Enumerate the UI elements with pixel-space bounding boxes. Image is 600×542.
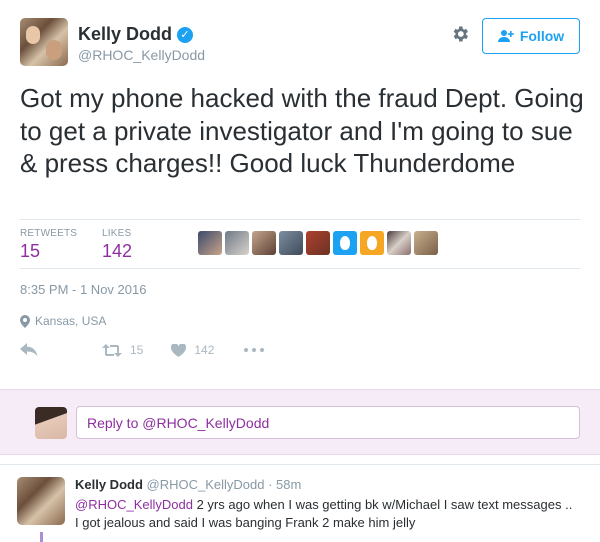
reply-author-meta[interactable]: @RHOC_KellyDodd · 58m	[147, 477, 302, 492]
follow-label: Follow	[519, 28, 565, 44]
tweet-text: Got my phone hacked with the fraud Dept.…	[20, 83, 584, 178]
liker-avatar[interactable]	[225, 231, 249, 255]
verified-badge-icon: ✓	[177, 26, 194, 43]
likes-count: 142	[102, 241, 133, 261]
liker-avatar[interactable]	[279, 231, 303, 255]
liker-avatar-egg[interactable]	[333, 231, 357, 255]
follow-button[interactable]: Follow	[482, 18, 580, 54]
location-pin-icon	[20, 314, 30, 328]
liker-avatar[interactable]	[198, 231, 222, 255]
tweet-actions: 15 142	[20, 340, 265, 360]
likers-avatars	[198, 231, 438, 255]
reply-tweet-text: @RHOC_KellyDodd 2 yrs ago when I was get…	[75, 496, 575, 532]
gear-icon[interactable]	[450, 24, 470, 44]
location-label: Kansas, USA	[35, 314, 107, 328]
reply-author-avatar[interactable]	[17, 477, 65, 525]
reply-composer: Reply to @RHOC_KellyDodd	[0, 389, 600, 455]
liker-avatar[interactable]	[306, 231, 330, 255]
liker-avatar[interactable]	[387, 231, 411, 255]
liker-avatar[interactable]	[414, 231, 438, 255]
author-handle[interactable]: @RHOC_KellyDodd	[78, 47, 205, 63]
thread-line	[40, 532, 43, 542]
likes-label: LIKES	[102, 228, 132, 239]
likes-stat[interactable]: LIKES 142	[102, 228, 132, 262]
author-avatar[interactable]	[20, 18, 68, 66]
retweets-count: 15	[20, 241, 41, 261]
more-icon	[244, 348, 265, 352]
author-name-block: Kelly Dodd ✓ @RHOC_KellyDodd	[78, 24, 205, 63]
more-action[interactable]	[244, 348, 265, 352]
current-user-avatar	[35, 407, 67, 439]
reply-tweet[interactable]: Kelly Dodd @RHOC_KellyDodd · 58m @RHOC_K…	[0, 464, 600, 542]
retweet-icon	[102, 343, 122, 357]
tweet-stats: RETWEETS 15 LIKES 142	[20, 219, 580, 269]
retweets-stat[interactable]: RETWEETS 15	[20, 228, 77, 262]
like-count: 142	[194, 343, 215, 357]
tweet-header: Kelly Dodd ✓ @RHOC_KellyDodd Follow	[20, 18, 580, 68]
reply-icon	[20, 343, 38, 357]
reply-mention-link[interactable]: @RHOC_KellyDodd	[75, 497, 193, 512]
reply-author-name[interactable]: Kelly Dodd	[75, 477, 143, 492]
heart-icon	[171, 343, 187, 357]
retweet-count: 15	[130, 343, 144, 357]
tweet-location[interactable]: Kansas, USA	[20, 314, 106, 328]
tweet-timestamp[interactable]: 8:35 PM - 1 Nov 2016	[20, 282, 146, 297]
liker-avatar-egg[interactable]	[360, 231, 384, 255]
reply-input[interactable]: Reply to @RHOC_KellyDodd	[76, 406, 580, 439]
retweet-action[interactable]: 15	[102, 343, 143, 357]
like-action[interactable]: 142	[171, 343, 214, 357]
retweets-label: RETWEETS	[20, 228, 78, 239]
reply-action[interactable]	[20, 343, 38, 357]
add-user-icon	[497, 30, 514, 42]
liker-avatar[interactable]	[252, 231, 276, 255]
author-display-name[interactable]: Kelly Dodd	[78, 24, 172, 45]
reply-tweet-header: Kelly Dodd @RHOC_KellyDodd · 58m	[75, 477, 301, 492]
